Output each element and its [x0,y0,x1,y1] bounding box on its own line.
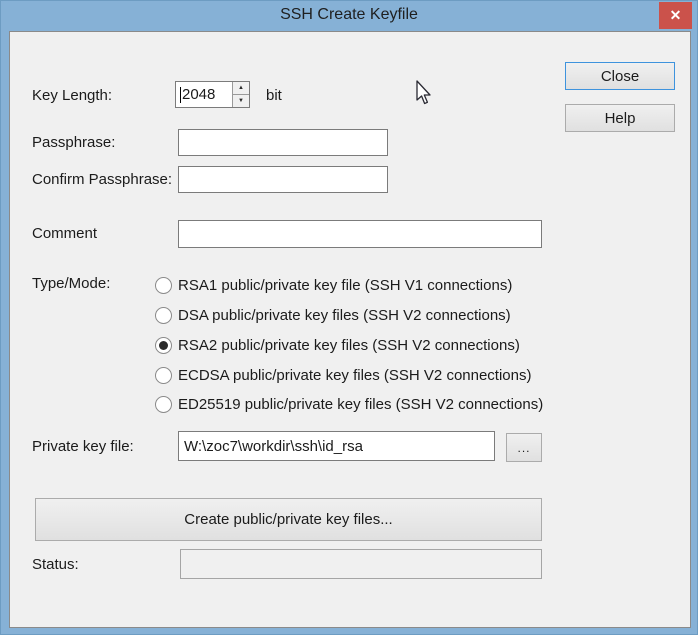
text-caret [180,87,181,103]
radio-icon [155,307,172,324]
key-length-label: Key Length: [32,87,112,105]
spin-up-button[interactable]: ▲ [233,82,249,95]
help-button[interactable]: Help [565,104,675,132]
type-mode-label: Type/Mode: [32,275,110,293]
radio-rsa1[interactable]: RSA1 public/private key file (SSH V1 con… [155,275,512,295]
key-length-unit-label: bit [266,87,282,105]
passphrase-label: Passphrase: [32,134,115,152]
window-close-button[interactable]: ✕ [659,2,692,29]
create-keyfiles-button[interactable]: Create public/private key files... [35,498,542,541]
confirm-passphrase-input[interactable] [178,166,388,193]
radio-ecdsa-label: ECDSA public/private key files (SSH V2 c… [178,367,532,384]
radio-rsa2[interactable]: RSA2 public/private key files (SSH V2 co… [155,335,520,355]
spin-down-button[interactable]: ▼ [233,95,249,107]
radio-ed25519-label: ED25519 public/private key files (SSH V2… [178,396,543,413]
status-field [180,549,542,579]
window-title: SSH Create Keyfile [1,6,697,24]
passphrase-input[interactable] [178,129,388,156]
comment-input[interactable] [178,220,542,248]
browse-button[interactable]: ... [506,433,542,462]
radio-icon [155,337,172,354]
radio-rsa1-label: RSA1 public/private key file (SSH V1 con… [178,277,512,294]
close-button[interactable]: Close [565,62,675,90]
radio-icon [155,396,172,413]
private-key-file-input[interactable] [178,431,495,461]
comment-label: Comment [32,225,97,243]
key-length-stepper[interactable]: 2048 ▲ ▼ [175,81,250,108]
radio-icon [155,277,172,294]
private-key-file-label: Private key file: [32,438,134,456]
confirm-passphrase-label: Confirm Passphrase: [32,171,172,189]
ellipsis-icon: ... [517,441,530,455]
radio-dsa[interactable]: DSA public/private key files (SSH V2 con… [155,305,511,325]
mouse-cursor-icon [415,80,433,106]
radio-rsa2-label: RSA2 public/private key files (SSH V2 co… [178,337,520,354]
status-label: Status: [32,556,79,574]
ssh-create-keyfile-dialog: SSH Create Keyfile ✕ Key Length: 2048 ▲ … [0,0,698,635]
radio-ecdsa[interactable]: ECDSA public/private key files (SSH V2 c… [155,365,532,385]
close-icon: ✕ [670,7,682,24]
title-bar[interactable]: SSH Create Keyfile ✕ [1,1,697,31]
key-length-input[interactable]: 2048 [176,82,232,107]
radio-ed25519[interactable]: ED25519 public/private key files (SSH V2… [155,394,543,414]
dialog-body: Key Length: 2048 ▲ ▼ bit Close Help Pass… [9,31,691,628]
radio-dsa-label: DSA public/private key files (SSH V2 con… [178,307,511,324]
radio-icon [155,367,172,384]
